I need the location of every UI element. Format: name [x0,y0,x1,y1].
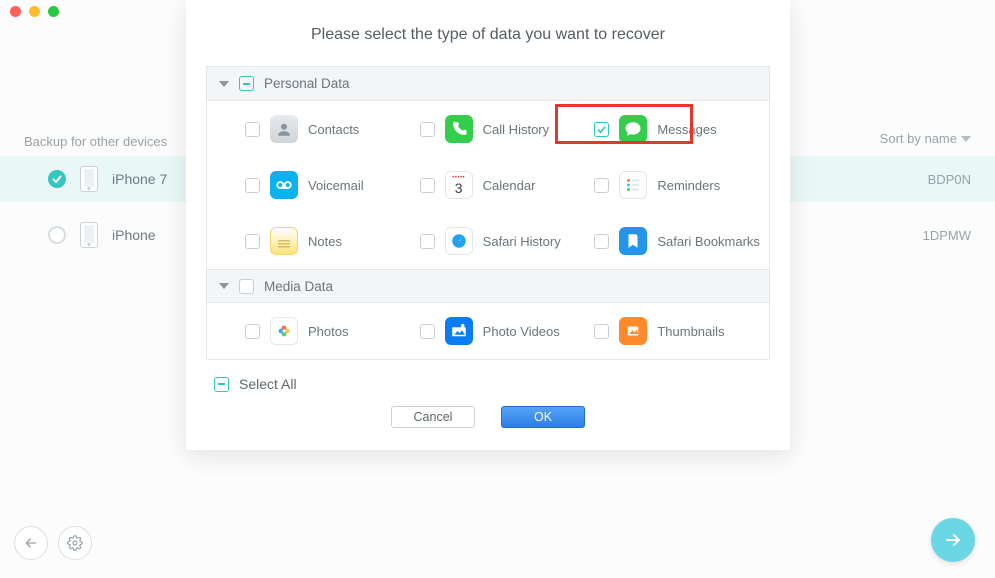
contacts-icon [270,115,298,143]
option-label: Photos [308,324,348,339]
safari-history-icon [445,227,473,255]
device-selected-icon [48,170,66,188]
option-notes[interactable]: Notes [245,227,420,255]
minimize-window-icon[interactable] [29,6,40,17]
checkbox-mixed[interactable] [239,76,254,91]
photos-icon [270,317,298,345]
option-contacts[interactable]: Contacts [245,115,420,143]
sort-dropdown[interactable]: Sort by name [880,131,971,146]
phone-icon [445,115,473,143]
backup-section-label-text: Backup for other devices [24,134,167,149]
select-all-label: Select All [239,376,297,392]
checkbox[interactable] [420,324,435,339]
option-label: Safari Bookmarks [657,234,760,249]
group-header-personal[interactable]: Personal Data [207,67,769,101]
device-unselected-icon [48,226,66,244]
option-label: Voicemail [308,178,364,193]
device-code: 1DPMW [923,228,971,243]
checkbox[interactable] [239,279,254,294]
notes-icon [270,227,298,255]
maximize-window-icon[interactable] [48,6,59,17]
ok-button[interactable]: OK [501,406,585,428]
modal-title: Please select the type of data you want … [186,0,790,66]
option-label: Safari History [483,234,561,249]
option-safari-bookmarks[interactable]: Safari Bookmarks [594,227,769,255]
calendar-icon: ••••• 3 [445,171,473,199]
iphone-icon [80,166,98,192]
data-row: Contacts Call History Messages [207,101,769,157]
window-controls [10,6,59,17]
option-label: Call History [483,122,549,137]
iphone-icon [80,222,98,248]
device-name: iPhone [112,227,156,243]
option-label: Thumbnails [657,324,724,339]
option-label: Photo Videos [483,324,560,339]
data-row: Voicemail ••••• 3 Calendar Reminders [207,157,769,213]
device-name: iPhone 7 [112,171,167,187]
group-title: Media Data [264,279,333,294]
footer-nav [14,526,92,560]
option-reminders[interactable]: Reminders [594,171,769,199]
option-label: Notes [308,234,342,249]
option-label: Messages [657,122,716,137]
sort-label-text: Sort by name [880,131,957,146]
checkbox[interactable] [594,234,609,249]
checkbox[interactable] [245,178,260,193]
device-code: BDP0N [928,172,971,187]
chevron-down-icon [219,283,229,289]
data-type-modal: Please select the type of data you want … [186,0,790,450]
settings-button[interactable] [58,526,92,560]
modal-buttons: Cancel OK [186,406,790,450]
safari-bookmarks-icon [619,227,647,255]
option-label: Reminders [657,178,720,193]
checkbox-checked[interactable] [594,122,609,137]
thumbnails-icon [619,317,647,345]
checkbox[interactable] [420,178,435,193]
select-all[interactable]: Select All [186,376,790,406]
voicemail-icon [270,171,298,199]
data-row: Photos Photo Videos Thumbnails [207,303,769,359]
chevron-down-icon [219,81,229,87]
option-photo-videos[interactable]: Photo Videos [420,317,595,345]
option-safari-history[interactable]: Safari History [420,227,595,255]
back-button[interactable] [14,526,48,560]
checkbox[interactable] [594,178,609,193]
messages-icon [619,115,647,143]
option-photos[interactable]: Photos [245,317,420,345]
option-label: Contacts [308,122,359,137]
option-label: Calendar [483,178,536,193]
group-header-media[interactable]: Media Data [207,269,769,303]
option-call-history[interactable]: Call History [420,115,595,143]
checkbox-mixed[interactable] [214,377,229,392]
option-voicemail[interactable]: Voicemail [245,171,420,199]
data-type-panel: Personal Data Contacts Call History [206,66,770,360]
close-window-icon[interactable] [10,6,21,17]
group-title: Personal Data [264,76,350,91]
cancel-button[interactable]: Cancel [391,406,475,428]
checkbox[interactable] [245,122,260,137]
checkbox[interactable] [594,324,609,339]
chevron-down-icon [961,136,971,142]
next-button[interactable] [931,518,975,562]
photo-videos-icon [445,317,473,345]
checkbox[interactable] [245,234,260,249]
checkbox[interactable] [420,122,435,137]
option-messages[interactable]: Messages [594,115,769,143]
option-calendar[interactable]: ••••• 3 Calendar [420,171,595,199]
checkbox[interactable] [245,324,260,339]
option-thumbnails[interactable]: Thumbnails [594,317,769,345]
checkbox[interactable] [420,234,435,249]
data-row: Notes Safari History Safari Bookmarks [207,213,769,269]
reminders-icon [619,171,647,199]
